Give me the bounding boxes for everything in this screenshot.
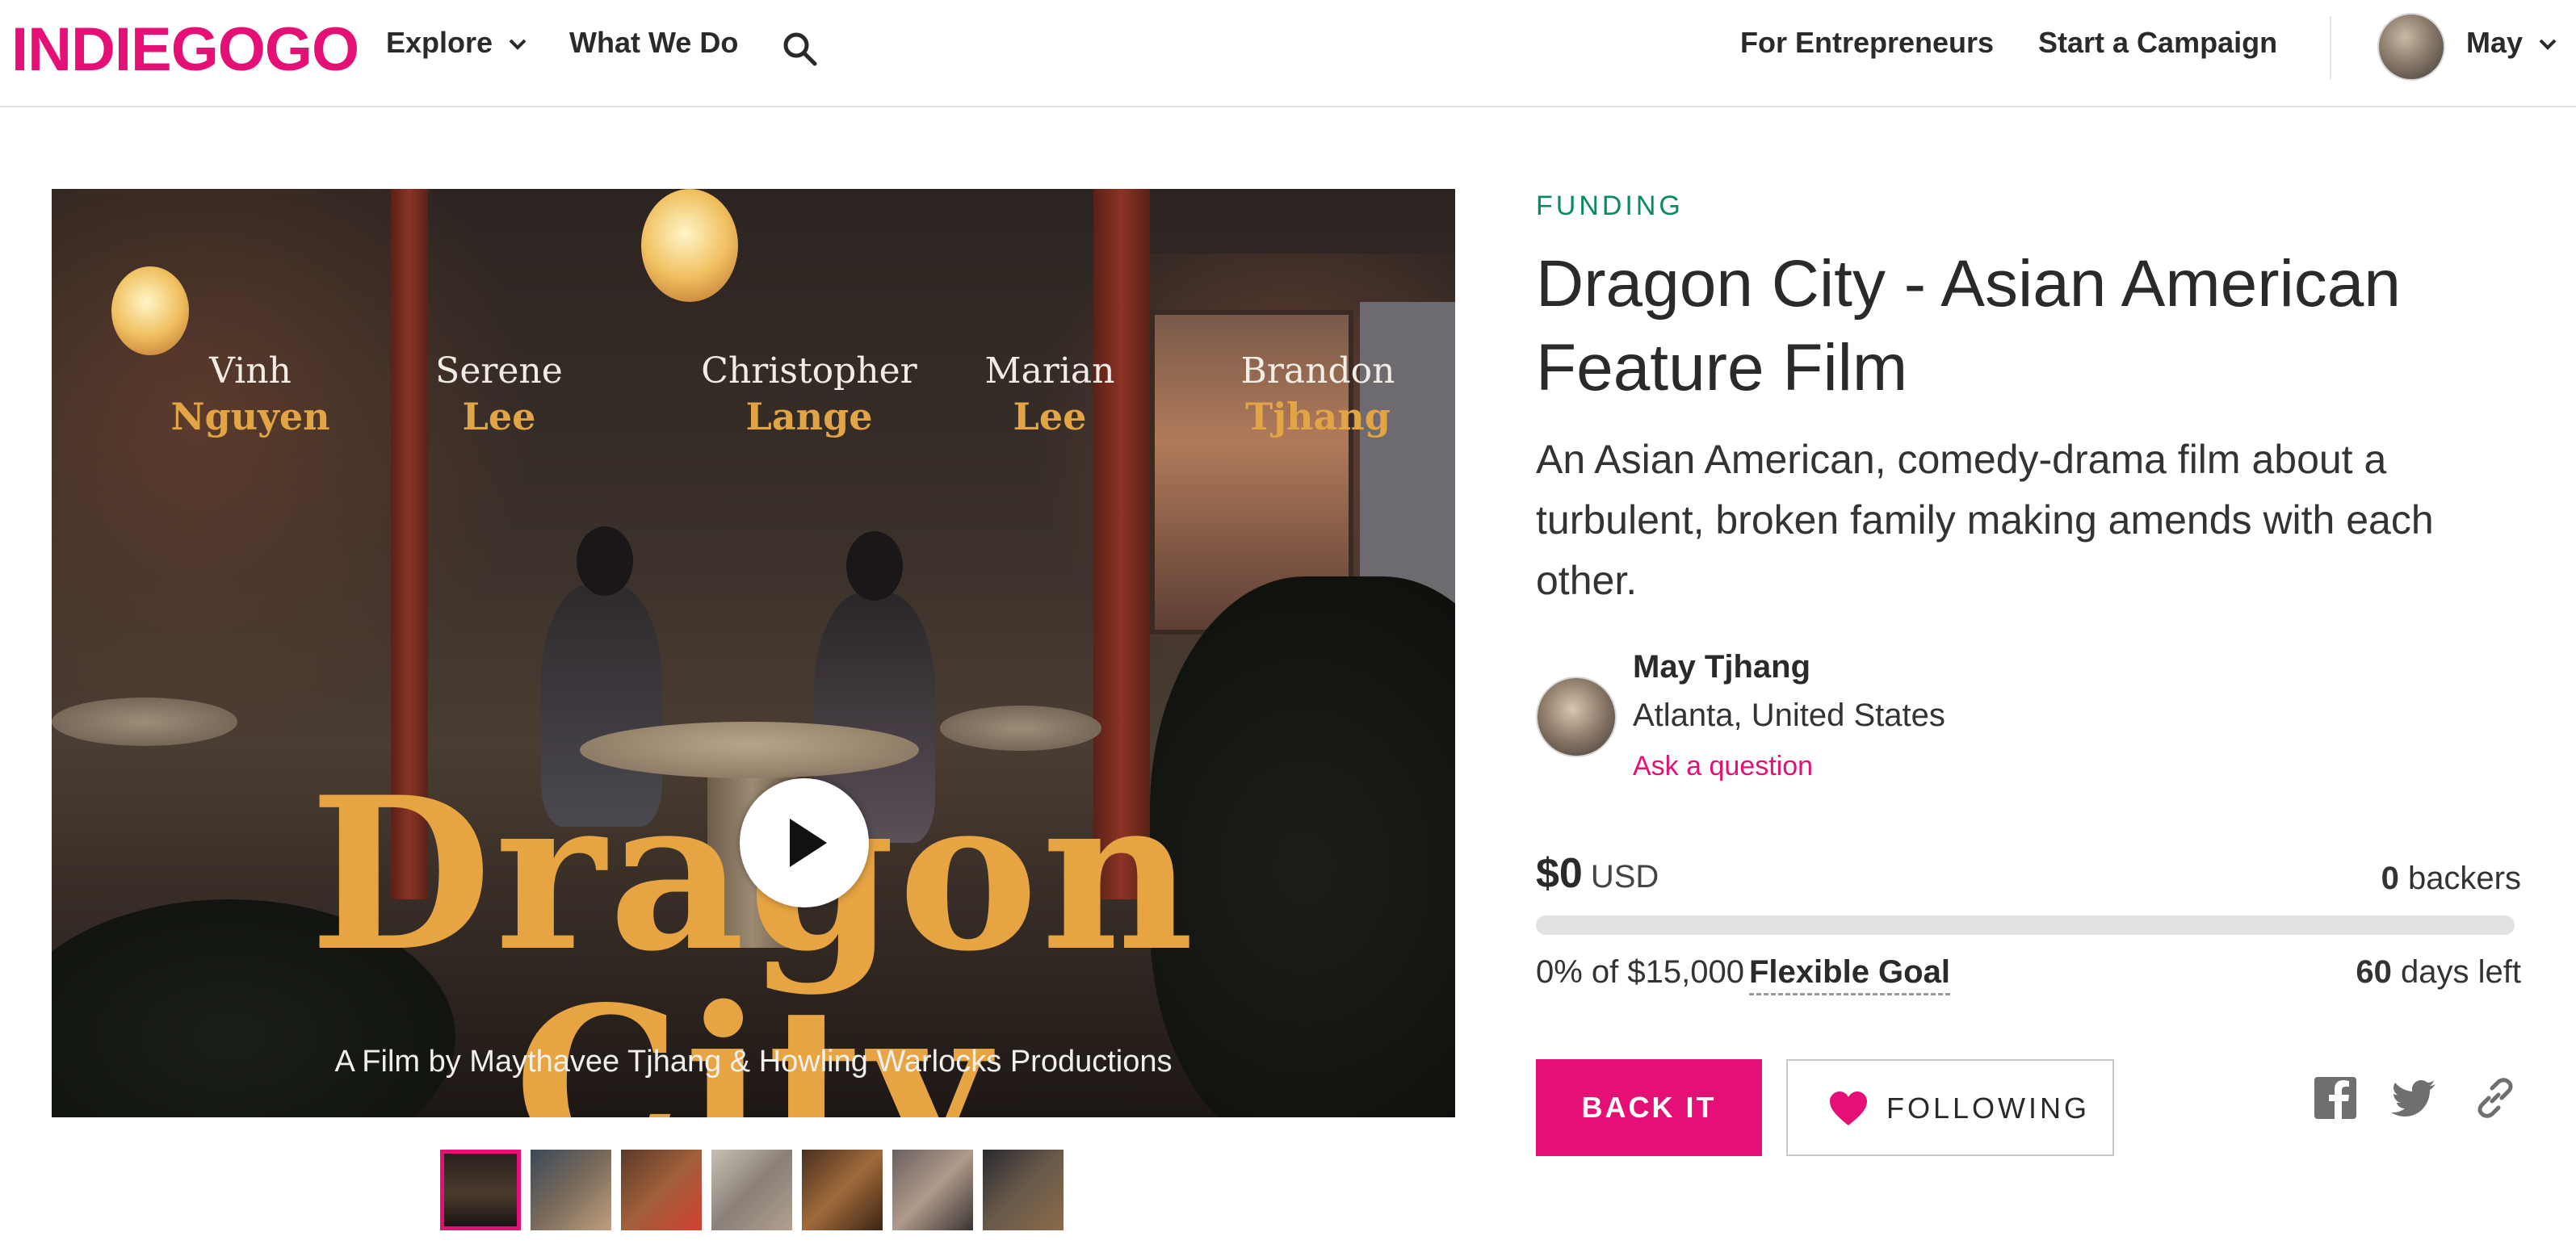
scene-lantern <box>641 189 738 302</box>
cast-last-name: Tjhang <box>1245 395 1391 438</box>
nav-what-we-do[interactable]: What We Do <box>569 26 738 60</box>
days-number: 60 <box>2356 954 2392 990</box>
scene-table <box>52 698 237 746</box>
nav-divider <box>2330 16 2331 79</box>
user-menu[interactable]: May <box>2466 26 2557 60</box>
backers-count: 0 backers <box>2381 861 2521 897</box>
cast-first-name: Brandon <box>1240 350 1395 392</box>
cast-credit: Marian Lee <box>945 350 1155 438</box>
owner-avatar[interactable] <box>1536 677 1617 757</box>
backers-label: backers <box>2398 861 2521 896</box>
thumbnail[interactable] <box>440 1150 521 1230</box>
cast-first-name: Christopher <box>701 350 917 392</box>
owner-location: Atlanta, United States <box>1633 698 1945 733</box>
twitter-icon[interactable] <box>2390 1074 2439 1122</box>
thumbnail[interactable] <box>621 1150 702 1230</box>
thumbnail[interactable] <box>802 1150 883 1230</box>
scene-person-head <box>577 526 633 596</box>
cast-credit: Vinh Nguyen <box>145 350 355 438</box>
nav-start-campaign[interactable]: Start a Campaign <box>2038 26 2277 60</box>
cast-last-name: Lee <box>1013 395 1087 438</box>
indiegogo-logo[interactable]: INDIEGOGO <box>11 15 359 85</box>
following-button[interactable]: FOLLOWING <box>1786 1059 2114 1156</box>
cast-first-name: Vinh <box>209 350 292 392</box>
cast-last-name: Nguyen <box>170 395 330 438</box>
ask-question-link[interactable]: Ask a question <box>1633 751 1813 782</box>
scene-lantern <box>111 266 189 355</box>
play-button[interactable] <box>740 778 869 907</box>
chevron-down-icon <box>509 40 527 51</box>
cast-credit: Brandon Tjhang <box>1213 350 1423 438</box>
campaign-tagline: An Asian American, comedy-drama film abo… <box>1536 437 2434 603</box>
scene-poster <box>1360 302 1455 609</box>
scene-table <box>940 706 1101 751</box>
currency-label: USD <box>1590 859 1659 895</box>
amount-raised: $0 USD <box>1536 849 1659 898</box>
user-name: May <box>2466 26 2524 59</box>
backers-number: 0 <box>2381 861 2399 896</box>
campaign-page: INDIEGOGO Explore What We Do For Entrepr… <box>0 0 2576 1257</box>
thumbnail[interactable] <box>983 1150 1064 1230</box>
thumbnail[interactable] <box>892 1150 973 1230</box>
nav-explore-label: Explore <box>386 26 493 59</box>
heart-icon <box>1830 1091 1867 1125</box>
days-label: days left <box>2391 954 2521 990</box>
search-icon[interactable] <box>780 29 819 68</box>
funding-goal: 0% of $15,000 Flexible Goal <box>1536 954 1950 995</box>
owner-name[interactable]: May Tjhang <box>1633 649 1810 685</box>
nav-explore[interactable]: Explore <box>386 26 527 60</box>
facebook-icon[interactable] <box>2311 1074 2360 1122</box>
chevron-down-icon <box>2539 40 2557 51</box>
following-label: FOLLOWING <box>1886 1091 2091 1125</box>
user-avatar[interactable] <box>2377 13 2445 81</box>
status-badge: FUNDING <box>1536 191 1684 221</box>
page-title: Dragon City - Asian American Feature Fil… <box>1536 247 2402 404</box>
scene-person-head <box>846 531 903 601</box>
cast-last-name: Lee <box>462 395 536 438</box>
link-icon[interactable] <box>2471 1074 2519 1122</box>
film-credit: A Film by Maythavee Tjhang & Howling War… <box>334 1045 1173 1079</box>
cast-first-name: Marian <box>984 350 1115 392</box>
top-nav: INDIEGOGO Explore What We Do For Entrepr… <box>0 0 2576 107</box>
play-icon <box>790 819 827 867</box>
amount-value: $0 <box>1536 850 1583 897</box>
cast-first-name: Serene <box>435 350 563 392</box>
cast-credit: Christopher Lange <box>688 350 930 438</box>
funding-progress-bar <box>1536 916 2515 935</box>
days-left: 60 days left <box>2356 954 2521 991</box>
thumbnail[interactable] <box>711 1150 792 1230</box>
goal-text: 0% of $15,000 <box>1536 954 1744 990</box>
goal-type-link[interactable]: Flexible Goal <box>1749 954 1950 995</box>
scene-light <box>52 189 536 754</box>
campaign-video[interactable]: Vinh Nguyen Serene Lee Christopher Lange… <box>52 189 1455 1117</box>
cast-credit: Serene Lee <box>394 350 604 438</box>
nav-for-entrepreneurs[interactable]: For Entrepreneurs <box>1740 26 1994 60</box>
thumbnail[interactable] <box>531 1150 611 1230</box>
back-it-button[interactable]: BACK IT <box>1536 1059 1762 1156</box>
cast-last-name: Lange <box>745 395 873 438</box>
